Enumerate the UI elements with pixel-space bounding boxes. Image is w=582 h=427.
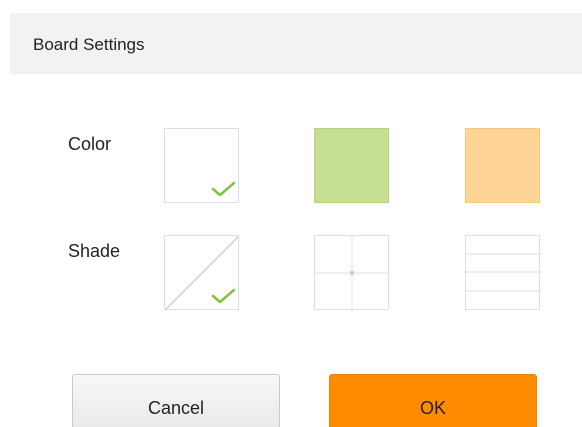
crosshair-shade-icon bbox=[315, 236, 390, 311]
shade-swatch-crosshair[interactable] bbox=[314, 235, 390, 311]
checkmark-icon bbox=[211, 288, 236, 304]
shade-row-label: Shade bbox=[68, 241, 121, 261]
board-settings-dialog: Board Settings Color Shade Cancel OK bbox=[0, 0, 582, 427]
color-swatch-orange[interactable] bbox=[465, 128, 540, 203]
checkmark-icon bbox=[211, 181, 236, 197]
color-swatch-green[interactable] bbox=[314, 128, 389, 203]
horizontal-lines-shade-icon bbox=[466, 253, 541, 292]
dialog-header: Board Settings bbox=[10, 13, 582, 74]
color-row-label: Color bbox=[68, 134, 112, 154]
shade-swatch-horizontal-lines[interactable] bbox=[465, 235, 541, 310]
ok-button[interactable]: OK bbox=[329, 374, 537, 427]
dialog-title: Board Settings bbox=[33, 35, 145, 54]
shade-swatch-diagonal[interactable] bbox=[164, 235, 240, 311]
color-swatch-white[interactable] bbox=[164, 128, 239, 203]
cancel-button[interactable]: Cancel bbox=[72, 374, 280, 427]
